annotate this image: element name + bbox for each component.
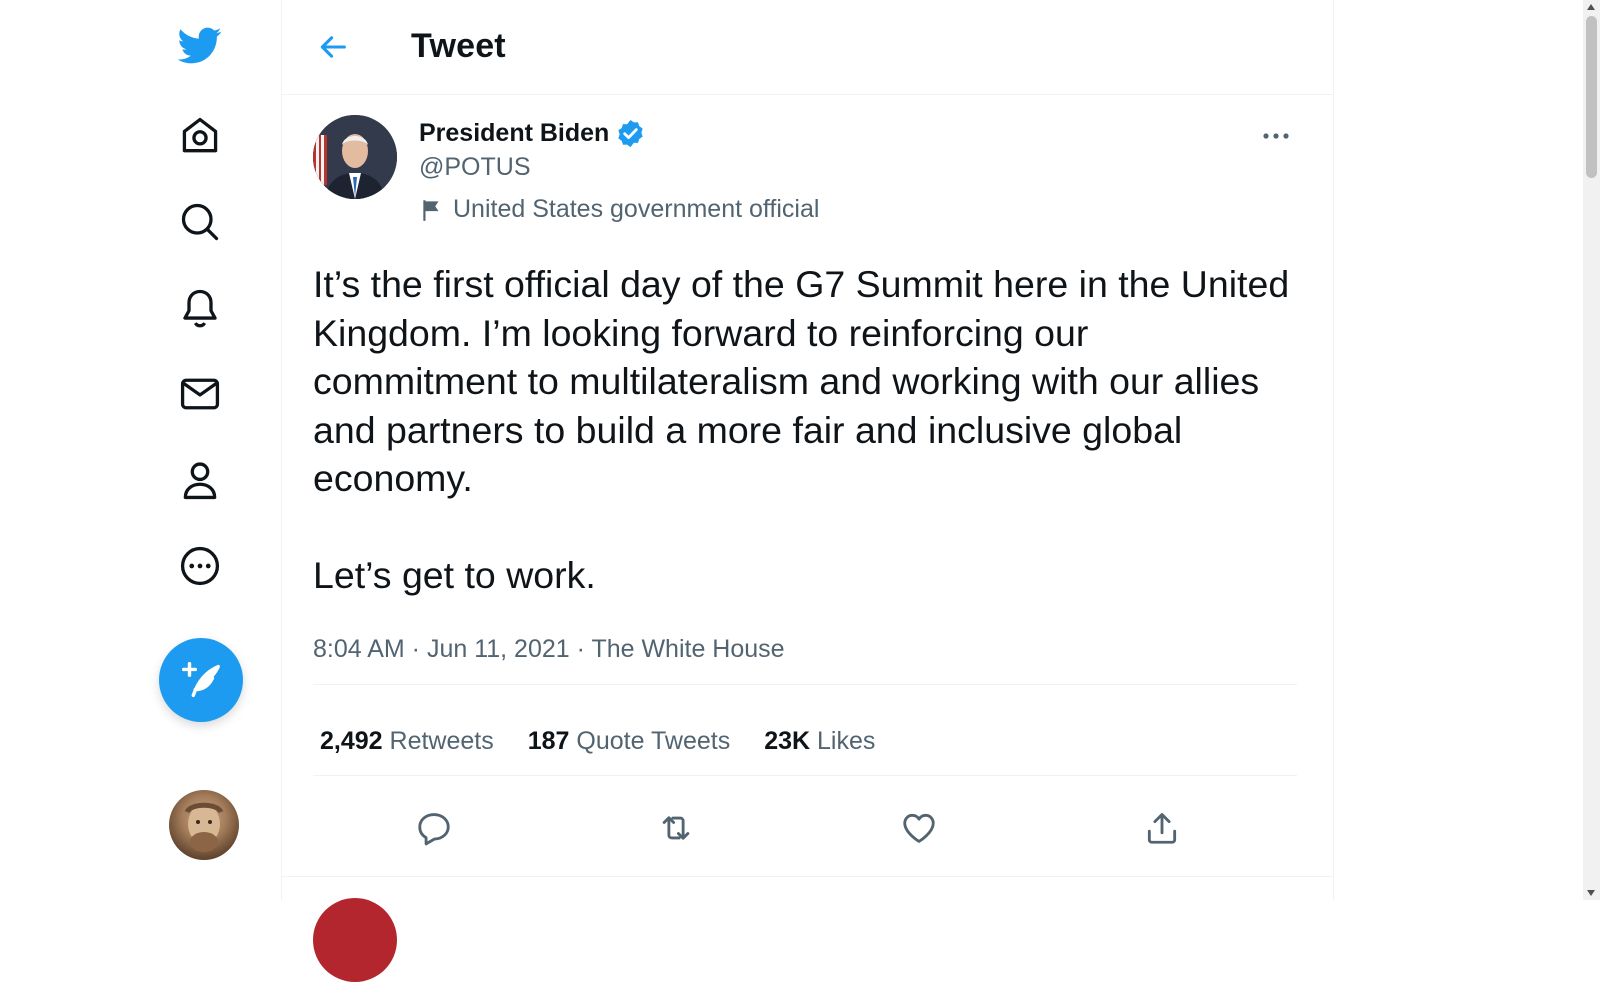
page-title: Tweet [411,27,506,65]
tweet-stats: 2,492 Retweets 187 Quote Tweets 23K Like… [320,727,875,756]
share-icon [1147,813,1177,844]
sidebar-nav [150,0,276,900]
tweet-date[interactable]: Jun 11, 2021 [427,635,570,663]
twitter-logo-icon [178,27,222,64]
tweet-more-button[interactable] [1256,118,1296,154]
scroll-down-arrow-icon[interactable] [1587,890,1595,896]
likes-count: 23K [764,727,811,755]
flag-icon [423,199,439,221]
like-button[interactable] [891,800,947,856]
divider [313,775,1297,776]
tweet-time[interactable]: 8:04 AM [313,635,405,663]
page-scrollbar[interactable] [1583,0,1600,900]
messages-icon [180,378,220,410]
compose-tweet-icon [182,661,220,698]
author-avatar-image [313,115,397,199]
nav-notifications[interactable] [150,278,250,338]
tweet-text: It’s the first official day of the G7 Su… [313,263,1290,596]
more-horizontal-icon [1263,133,1289,139]
nav-more[interactable] [150,536,250,596]
author-name[interactable]: President Biden [419,118,646,149]
nav-explore[interactable] [150,192,250,252]
tweet-actions [313,790,1297,870]
home-icon [182,117,218,153]
retweets-count: 2,492 [320,727,383,755]
tweet-source[interactable]: The White House [591,635,784,663]
back-button[interactable] [310,24,356,70]
likes-label: Likes [817,727,876,755]
quote-tweets-count: 187 [527,727,570,755]
author-name-text: President Biden [419,119,610,147]
more-icon [180,546,220,586]
retweets-stat[interactable]: 2,492 Retweets [320,727,494,756]
compose-tweet-button[interactable] [159,638,243,722]
like-icon [903,813,935,843]
retweet-button[interactable] [648,800,704,856]
page-header: Tweet [282,0,1333,95]
scrollbar-thumb[interactable] [1586,16,1597,178]
retweets-label: Retweets [389,727,494,755]
twitter-logo-link[interactable] [150,15,250,75]
back-arrow-icon [320,36,346,58]
divider [282,876,1333,877]
quote-tweets-stat[interactable]: 187 Quote Tweets [528,727,730,756]
next-reply-avatar[interactable] [313,898,397,982]
divider [313,684,1297,685]
account-avatar[interactable] [169,790,239,860]
nav-profile[interactable] [150,450,250,510]
retweet-icon [662,816,690,840]
government-label: United States government official [419,195,819,224]
reply-button[interactable] [406,800,462,856]
account-avatar-image [184,802,224,852]
explore-icon [181,203,219,241]
meta-separator: · [404,635,427,663]
author-avatar[interactable] [313,115,397,199]
likes-stat[interactable]: 23K Likes [764,727,875,756]
scroll-up-arrow-icon[interactable] [1587,4,1595,10]
tweet-detail-column: Tweet President Biden @POTUS United Stat… [281,0,1334,982]
nav-home[interactable] [150,106,250,166]
verified-badge-icon [618,119,643,148]
author-handle[interactable]: @POTUS [419,153,531,182]
quote-tweets-label: Quote Tweets [576,727,731,755]
profile-icon [183,462,217,500]
reply-icon [418,813,450,846]
nav-messages[interactable] [150,364,250,424]
share-button[interactable] [1134,800,1190,856]
tweet-metadata: 8:04 AM · Jun 11, 2021 · The White House [313,635,785,664]
notifications-icon [183,289,217,328]
government-label-text: United States government official [453,195,820,223]
meta-separator: · [569,635,592,663]
